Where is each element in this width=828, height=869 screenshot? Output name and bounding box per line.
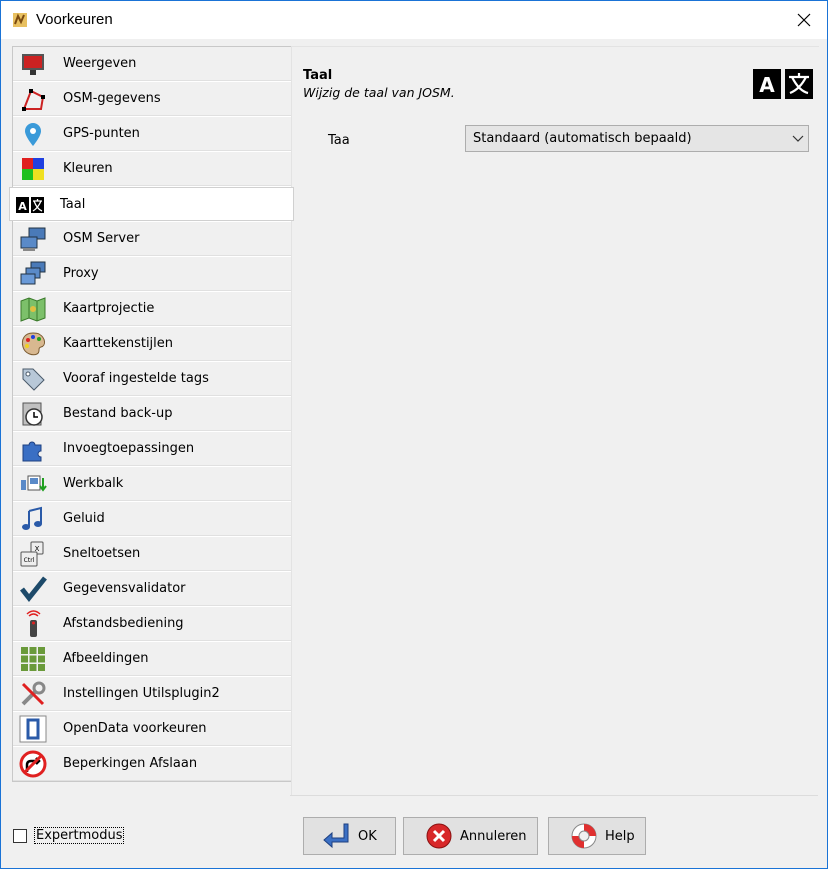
palette-icon bbox=[21, 332, 45, 356]
panel-divider bbox=[290, 795, 818, 796]
keyboard-shortcut-icon: XCtrl bbox=[20, 541, 44, 567]
language-icon: A bbox=[16, 197, 44, 213]
preferences-window: Voorkeuren Weergeven OSM-gegevens GPS-punt… bbox=[0, 0, 828, 869]
svg-text:A: A bbox=[759, 73, 775, 97]
sidebar-item-label: GPS-punten bbox=[63, 126, 140, 141]
imagery-grid-icon bbox=[21, 647, 45, 671]
music-note-icon bbox=[22, 506, 42, 530]
expert-mode-label: Expertmodus bbox=[34, 827, 125, 844]
sidebar-item-invoegtoepassingen[interactable]: Invoegtoepassingen bbox=[13, 432, 292, 466]
settings-panel: Taal Wijzig de taal van JOSM. A Taa Stan… bbox=[291, 46, 819, 796]
sidebar-item-label: Kaarttekenstijlen bbox=[63, 336, 174, 351]
ok-arrow-icon bbox=[323, 823, 349, 849]
svg-text:Ctrl: Ctrl bbox=[24, 557, 35, 564]
sidebar-item-label: OSM-gegevens bbox=[63, 91, 161, 106]
tools-icon bbox=[21, 681, 46, 706]
title-bar: Voorkeuren bbox=[1, 1, 827, 39]
josm-app-icon bbox=[13, 13, 27, 27]
sidebar-item-label: Vooraf ingestelde tags bbox=[63, 371, 209, 386]
window-title: Voorkeuren bbox=[36, 11, 113, 28]
sidebar-item-proxy[interactable]: Proxy bbox=[13, 257, 292, 291]
help-button[interactable]: Help bbox=[548, 817, 646, 855]
expert-mode-toggle[interactable]: Expertmodus bbox=[13, 827, 125, 844]
sidebar-item-label: Kaartprojectie bbox=[63, 301, 155, 316]
checkmark-icon bbox=[20, 576, 47, 603]
sidebar-item-label: Instellingen Utilsplugin2 bbox=[63, 686, 220, 701]
sidebar-item-label: Afstandsbediening bbox=[63, 616, 184, 631]
expert-mode-checkbox[interactable] bbox=[13, 828, 27, 843]
sidebar-item-label: Afbeeldingen bbox=[63, 651, 149, 666]
sidebar-item-weergeven[interactable]: Weergeven bbox=[13, 47, 292, 81]
sidebar-item-kleuren[interactable]: Kleuren bbox=[13, 152, 292, 186]
clock-icon bbox=[22, 402, 43, 426]
sidebar-item-label: OpenData voorkeuren bbox=[63, 721, 207, 736]
tag-icon bbox=[22, 368, 45, 391]
sidebar-item-afbeeldingen[interactable]: Afbeeldingen bbox=[13, 642, 292, 676]
svg-text:A: A bbox=[18, 200, 27, 213]
sidebar-item-label: Geluid bbox=[63, 511, 105, 526]
osm-data-icon bbox=[22, 89, 45, 111]
ok-button-label: OK bbox=[358, 828, 377, 844]
cancel-icon bbox=[426, 823, 452, 849]
sidebar-item-label: Weergeven bbox=[63, 56, 137, 71]
sidebar-item-gps-punten[interactable]: GPS-punten bbox=[13, 117, 292, 151]
sidebar-item-label: Sneltoetsen bbox=[63, 546, 141, 561]
close-button[interactable] bbox=[781, 1, 827, 39]
sidebar-item-instellingen-utilsplugin2[interactable]: Instellingen Utilsplugin2 bbox=[13, 677, 292, 711]
sidebar-item-label: Proxy bbox=[63, 266, 99, 281]
cancel-button[interactable]: Annuleren bbox=[403, 817, 538, 855]
sidebar-item-label: Gegevensvalidator bbox=[63, 581, 186, 596]
plugin-icon bbox=[22, 441, 42, 462]
help-button-label: Help bbox=[605, 828, 635, 844]
sidebar-item-label: Taal bbox=[60, 197, 86, 212]
display-icon bbox=[22, 54, 44, 75]
sidebar-item-beperkingen-afslaan[interactable]: Beperkingen Afslaan bbox=[13, 747, 292, 781]
sidebar-item-taal[interactable]: A Taal bbox=[9, 187, 294, 221]
cancel-button-label: Annuleren bbox=[460, 828, 527, 844]
sidebar-item-bestand-back-up[interactable]: Bestand back-up bbox=[13, 397, 292, 431]
language-field-label: Taa bbox=[328, 133, 350, 148]
sidebar-item-label: Kleuren bbox=[63, 161, 113, 176]
sidebar-item-label: Bestand back-up bbox=[63, 406, 173, 421]
sidebar-item-gegevensvalidator[interactable]: Gegevensvalidator bbox=[13, 572, 292, 606]
gps-pin-icon bbox=[25, 123, 41, 146]
sidebar-item-opendata-voorkeuren[interactable]: OpenData voorkeuren bbox=[13, 712, 292, 746]
sidebar-item-label: Werkbalk bbox=[63, 476, 124, 491]
sidebar-item-vooraf-ingestelde-tags[interactable]: Vooraf ingestelde tags bbox=[13, 362, 292, 396]
panel-subtitle: Wijzig de taal van JOSM. bbox=[303, 85, 455, 100]
language-icon: A bbox=[753, 69, 813, 99]
ok-button[interactable]: OK bbox=[303, 817, 396, 855]
sidebar-item-osm-server[interactable]: OSM Server bbox=[13, 222, 292, 256]
opendata-icon bbox=[19, 715, 47, 743]
language-select-value: Standaard (automatisch bepaald) bbox=[473, 131, 692, 146]
language-select[interactable]: Standaard (automatisch bepaald) bbox=[465, 125, 809, 152]
close-icon bbox=[797, 13, 811, 27]
map-projection-icon bbox=[20, 297, 46, 322]
turn-restriction-icon bbox=[19, 750, 47, 778]
remote-control-icon bbox=[26, 610, 41, 637]
chevron-down-icon bbox=[792, 135, 804, 142]
sidebar-item-werkbalk[interactable]: Werkbalk bbox=[13, 467, 292, 501]
sidebar-item-label: Beperkingen Afslaan bbox=[63, 756, 198, 771]
colors-icon bbox=[22, 158, 44, 180]
sidebar-item-geluid[interactable]: Geluid bbox=[13, 502, 292, 536]
sidebar-item-afstandsbediening[interactable]: Afstandsbediening bbox=[13, 607, 292, 641]
sidebar-item-osm-gegevens[interactable]: OSM-gegevens bbox=[13, 82, 292, 116]
proxy-icon bbox=[20, 261, 46, 285]
toolbar-icon bbox=[21, 475, 47, 492]
sidebar-item-kaartprojectie[interactable]: Kaartprojectie bbox=[13, 292, 292, 326]
sidebar-item-sneltoetsen[interactable]: X Ctrl Sneltoetsen bbox=[13, 537, 292, 571]
sidebar-item-label: OSM Server bbox=[63, 231, 140, 246]
lifebuoy-icon bbox=[571, 823, 597, 849]
server-icon bbox=[20, 227, 46, 251]
panel-title: Taal bbox=[303, 68, 333, 83]
sidebar-item-kaarttekenstijlen[interactable]: Kaarttekenstijlen bbox=[13, 327, 292, 361]
sidebar-item-label: Invoegtoepassingen bbox=[63, 441, 195, 456]
